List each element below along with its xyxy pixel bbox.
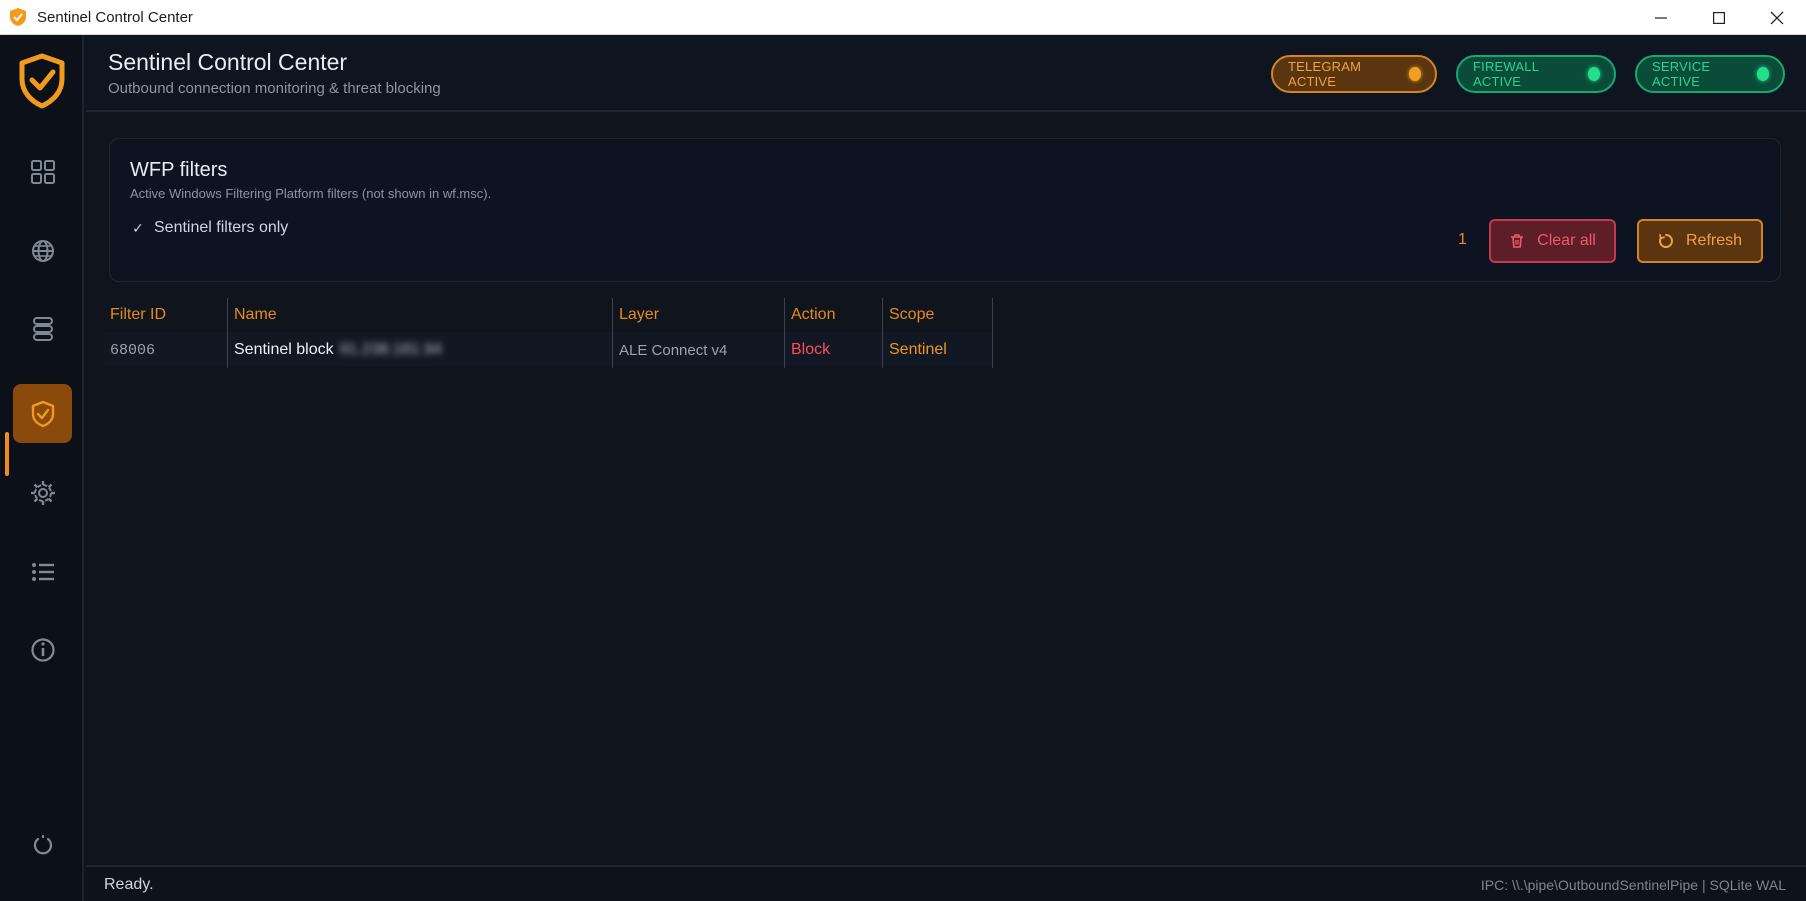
page-title: Sentinel Control Center	[108, 49, 348, 75]
maximize-icon	[1713, 11, 1725, 24]
cell-scope: Sentinel	[883, 332, 993, 368]
nav-settings[interactable]	[13, 463, 72, 522]
page-header: Sentinel Control Center Outbound connect…	[86, 35, 1806, 112]
minimize-icon	[1655, 16, 1667, 19]
card-subtitle: Active Windows Filtering Platform filter…	[130, 186, 492, 201]
window-title: Sentinel Control Center	[37, 8, 193, 26]
wfp-filters-card: WFP filters Active Windows Filtering Pla…	[109, 138, 1781, 282]
app-shield-icon	[10, 8, 26, 26]
nav-connections[interactable]	[13, 221, 72, 280]
column-header-layer[interactable]: Layer	[613, 298, 785, 332]
power-icon	[33, 834, 52, 854]
sidebar	[0, 35, 84, 901]
gear-icon	[30, 480, 55, 505]
filter-count: 1	[1458, 231, 1467, 248]
table-header-row: Filter ID Name Layer Action Scope	[104, 298, 994, 332]
refresh-label: Refresh	[1685, 232, 1743, 249]
cell-action: Block	[785, 332, 883, 368]
service-status-badge: SERVICE ACTIVE	[1635, 55, 1785, 93]
firewall-status-label: FIREWALL ACTIVE	[1473, 59, 1539, 89]
nav-dashboard[interactable]	[13, 142, 72, 201]
column-header-name[interactable]: Name	[228, 298, 613, 332]
ipc-info: IPC: \\.\pipe\OutboundSentinelPipe | SQL…	[1480, 877, 1786, 893]
trash-icon	[1511, 234, 1524, 248]
cell-name-text: Sentinel block	[234, 341, 334, 358]
telegram-status-dot-icon	[1408, 67, 1421, 81]
cell-filter-id: 68006	[104, 332, 228, 368]
cell-name: Sentinel block 91.238.181.94	[228, 332, 613, 368]
refresh-icon	[1659, 234, 1673, 248]
info-icon	[30, 637, 55, 662]
close-window-button[interactable]	[1748, 0, 1806, 35]
service-status-dot-icon	[1757, 67, 1769, 81]
status-bar: Ready. IPC: \\.\pipe\OutboundSentinelPip…	[86, 865, 1806, 901]
nav-logs[interactable]	[13, 542, 72, 601]
page-subtitle: Outbound connection monitoring & threat …	[108, 80, 441, 97]
minimize-button[interactable]	[1632, 0, 1690, 35]
globe-icon	[31, 239, 54, 262]
maximize-button[interactable]	[1690, 0, 1748, 35]
firewall-status-badge: FIREWALL ACTIVE	[1456, 55, 1616, 93]
firewall-status-dot-icon	[1587, 67, 1600, 81]
sentinel-only-label: Sentinel filters only	[154, 219, 289, 236]
cell-name-redacted-ip: 91.238.181.94	[339, 341, 442, 358]
refresh-button[interactable]: Refresh	[1637, 219, 1763, 263]
column-header-filter-id[interactable]: Filter ID	[104, 298, 228, 332]
status-text: Ready.	[104, 876, 154, 893]
nav-active-indicator	[5, 432, 9, 476]
close-icon	[1770, 11, 1784, 24]
nav-database[interactable]	[13, 299, 72, 358]
shield-check-icon	[31, 400, 54, 427]
card-title: WFP filters	[130, 159, 228, 181]
clear-all-label: Clear all	[1537, 232, 1596, 249]
telegram-status-label: TELEGRAM ACTIVE	[1288, 59, 1362, 89]
cell-layer: ALE Connect v4	[613, 332, 785, 368]
column-header-action[interactable]: Action	[785, 298, 883, 332]
window-titlebar: Sentinel Control Center	[0, 0, 1806, 35]
nav-filters[interactable]	[13, 384, 72, 443]
database-icon	[32, 316, 53, 341]
checkmark-icon: ✓	[132, 219, 144, 236]
list-icon	[31, 562, 54, 581]
table-row[interactable]: 68006 Sentinel block 91.238.181.94 ALE C…	[104, 332, 994, 368]
clear-all-button[interactable]: Clear all	[1489, 219, 1616, 263]
dashboard-grid-icon	[30, 159, 55, 184]
filters-table: Filter ID Name Layer Action Scope 68006 …	[104, 298, 994, 368]
sentinel-only-checkbox[interactable]: ✓ Sentinel filters only	[130, 219, 288, 237]
telegram-status-badge: TELEGRAM ACTIVE	[1271, 55, 1437, 93]
sentinel-logo-icon	[19, 53, 65, 109]
column-header-scope[interactable]: Scope	[883, 298, 993, 332]
nav-restart[interactable]	[13, 815, 72, 874]
nav-about[interactable]	[13, 620, 72, 679]
service-status-label: SERVICE ACTIVE	[1652, 59, 1711, 89]
